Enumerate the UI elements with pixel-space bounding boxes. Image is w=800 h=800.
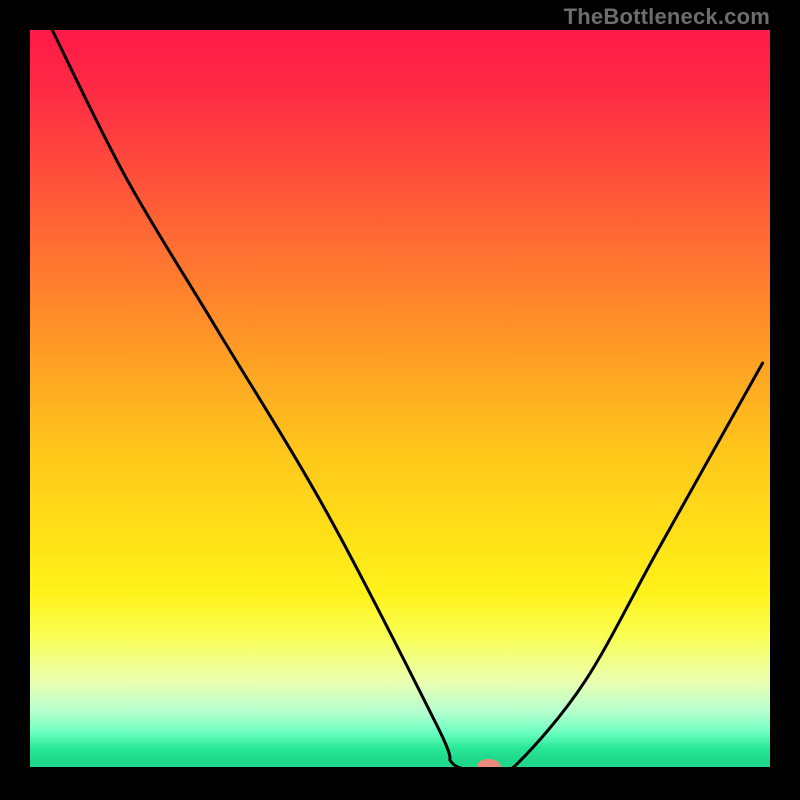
- plot-area: [30, 30, 770, 770]
- curve-layer: [30, 30, 770, 770]
- x-axis-line: [30, 767, 770, 770]
- chart-stage: TheBottleneck.com: [0, 0, 800, 800]
- bottleneck-curve-path: [52, 30, 762, 770]
- attribution-text: TheBottleneck.com: [564, 4, 770, 30]
